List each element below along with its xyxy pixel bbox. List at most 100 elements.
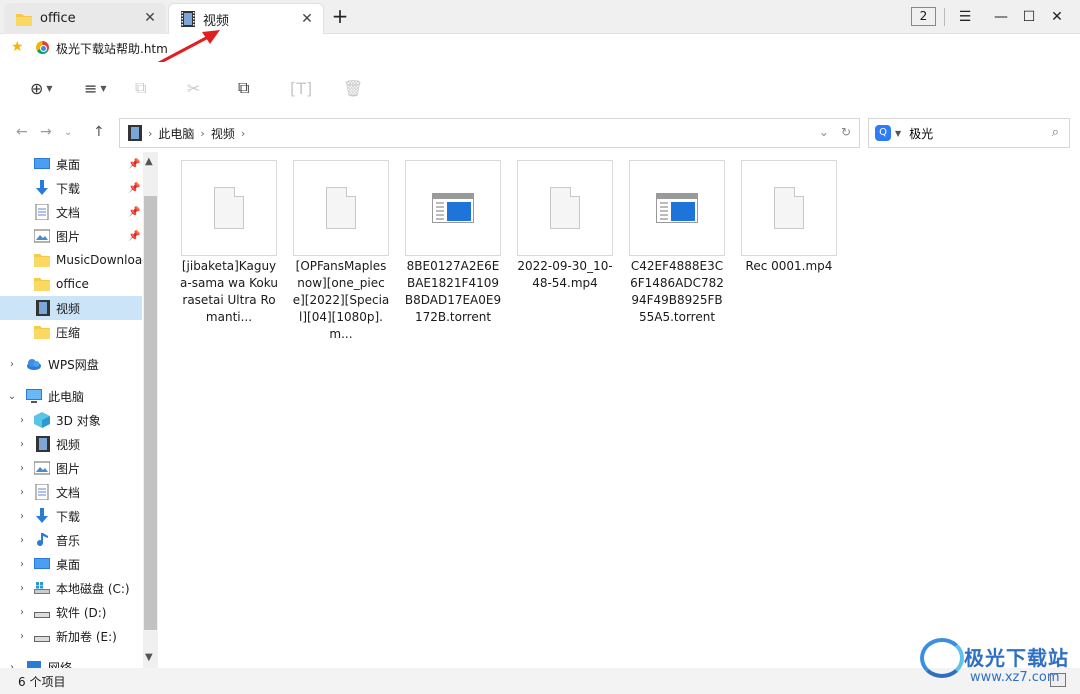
drive-icon [34,612,50,618]
sidebar-item-videos[interactable]: › 视频 [0,432,142,456]
sidebar-item-wps[interactable]: › WPS网盘 [0,352,142,376]
sidebar-item-network[interactable]: › 网络 [0,655,142,668]
sidebar-item-this-pc[interactable]: ⌄ 此电脑 [0,384,142,408]
chevron-right-icon: › [200,126,205,140]
chevron-right-icon[interactable]: › [16,535,28,546]
search-input[interactable] [909,126,1040,140]
breadcrumb-item[interactable]: 此电脑 [158,125,194,142]
sidebar-item-compress[interactable]: 压缩 [0,320,142,344]
document-icon [35,204,49,220]
sidebar-item-label: 3D 对象 [56,413,101,428]
delete-button[interactable]: 🗑 [343,78,363,98]
toolbar: ⊕ ▼ ≡ ▼ ⧉ ✂ ⧉ [T] 🗑 [0,62,1080,114]
sidebar-item-pc-pictures[interactable]: › 图片 [0,456,142,480]
pin-icon: 📌 [128,182,141,194]
star-icon[interactable]: ★ [11,39,24,55]
minimize-icon[interactable]: — [989,5,1013,29]
cube-icon [34,412,50,428]
sidebar-item-drive-c[interactable]: › 本地磁盘 (C:) [0,576,142,600]
chevron-down-icon[interactable]: ▼ [895,129,901,138]
sidebar-item-downloads[interactable]: 下载 📌 [0,176,142,200]
refresh-icon[interactable]: ↻ [841,125,851,139]
chevron-right-icon[interactable]: › [6,359,18,370]
sidebar-item-music[interactable]: › 音乐 [0,528,142,552]
chevron-right-icon[interactable]: › [16,583,28,594]
cut-icon: ✂ [187,78,201,98]
file-item[interactable]: C42EF4888E3C6F1486ADC78294F49B8925FB55A5… [628,160,726,326]
scroll-thumb[interactable] [144,196,157,630]
music-icon [37,533,48,547]
address-bar[interactable]: › 此电脑 › 视频 › ⌄ ↻ [119,118,860,148]
chevron-right-icon[interactable]: › [16,415,28,426]
sidebar-item-video[interactable]: 视频 [0,296,142,320]
file-item[interactable]: [OPFansMaplesnow][one_piece][2022][Speci… [292,160,390,343]
file-icon [550,187,580,229]
up-arrow-icon[interactable]: ↑ [93,124,105,140]
file-item[interactable]: Rec 0001.mp4 [740,160,838,275]
close-tab-icon[interactable]: ✕ [299,11,315,27]
scroll-up-icon[interactable]: ▲ [145,156,153,167]
chevron-down-icon: ▼ [46,83,53,93]
copy-button[interactable]: ⧉ [135,78,146,98]
sidebar-item-pictures[interactable]: 图片 📌 [0,224,142,248]
chevron-right-icon[interactable]: › [16,631,28,642]
close-icon[interactable]: ✕ [1045,5,1069,29]
new-button[interactable]: ⊕ ▼ [30,78,53,98]
search-engine-icon[interactable]: Q [875,125,891,141]
rename-button[interactable]: [T] [290,78,312,98]
recent-chevron-icon[interactable]: ⌄ [64,127,72,138]
window-count-badge[interactable]: 2 [911,7,936,26]
sidebar-item-label: 视频 [56,437,81,452]
chevron-right-icon[interactable]: › [16,439,28,450]
search-box[interactable]: Q ▼ ⌕ [868,118,1070,148]
file-item[interactable]: 8BE0127A2E6EBAE1821F4109B8DAD17EA0E9172B… [404,160,502,326]
desktop-icon [34,558,50,569]
sidebar-item-label: 此电脑 [48,389,85,404]
history-dropdown-icon[interactable]: ⌄ [819,125,829,139]
logo-icon [920,638,964,678]
sidebar-item-office[interactable]: office [0,272,142,296]
file-item[interactable]: [jibaketa]Kaguya-sama wa Kokurasetai Ult… [180,160,278,326]
address-row: ← → ⌄ ↑ › 此电脑 › 视频 › ⌄ ↻ Q ▼ ⌕ [0,114,1080,152]
file-item[interactable]: 2022-09-30_10-48-54.mp4 [516,160,614,292]
video-folder-icon [128,125,142,141]
file-thumbnail [293,160,389,256]
chevron-right-icon[interactable]: › [16,511,28,522]
sidebar-scrollbar[interactable]: ▲ ▼ [143,152,158,668]
navigation-pane: 桌面 📌 下载 📌 文档 📌 图片 📌 MusicDownload office… [0,152,158,668]
sidebar-item-drive-d[interactable]: › 软件 (D:) [0,600,142,624]
menu-icon[interactable]: ☰ [953,5,977,29]
sidebar-item-pc-documents[interactable]: › 文档 [0,480,142,504]
sidebar-item-pc-downloads[interactable]: › 下载 [0,504,142,528]
chevron-right-icon[interactable]: › [16,559,28,570]
divider [944,8,945,26]
file-name: 2022-09-30_10-48-54.mp4 [517,259,613,290]
pin-icon: 📌 [128,158,141,170]
sidebar-item-3d-objects[interactable]: › 3D 对象 [0,408,142,432]
paste-button[interactable]: ⧉ [238,78,249,98]
view-button[interactable]: ≡ ▼ [84,78,107,98]
maximize-icon[interactable]: ☐ [1017,5,1041,29]
chevron-down-icon[interactable]: ⌄ [6,391,18,402]
back-arrow-icon[interactable]: ← [16,124,28,140]
cut-button[interactable]: ✂ [187,78,200,98]
scroll-down-icon[interactable]: ▼ [145,652,153,663]
file-icon [214,187,244,229]
sidebar-item-drive-e[interactable]: › 新加卷 (E:) [0,624,142,648]
chevron-right-icon[interactable]: › [16,487,28,498]
sidebar-item-documents[interactable]: 文档 📌 [0,200,142,224]
sidebar-item-pc-desktop[interactable]: › 桌面 [0,552,142,576]
close-tab-icon[interactable]: ✕ [142,10,158,26]
picture-icon [34,229,50,243]
new-tab-button[interactable]: + [330,6,350,26]
search-icon[interactable]: ⌕ [1052,125,1059,140]
sidebar-item-label: 桌面 [56,557,81,572]
breadcrumb-item[interactable]: 视频 [211,125,235,142]
sidebar-item-musicdownload[interactable]: MusicDownload [0,248,150,272]
sidebar-item-desktop[interactable]: 桌面 📌 [0,152,142,176]
chevron-right-icon[interactable]: › [16,463,28,474]
forward-arrow-icon[interactable]: → [40,124,52,140]
document-icon [35,484,49,500]
chevron-right-icon[interactable]: › [16,607,28,618]
sidebar-item-label: WPS网盘 [48,357,99,372]
